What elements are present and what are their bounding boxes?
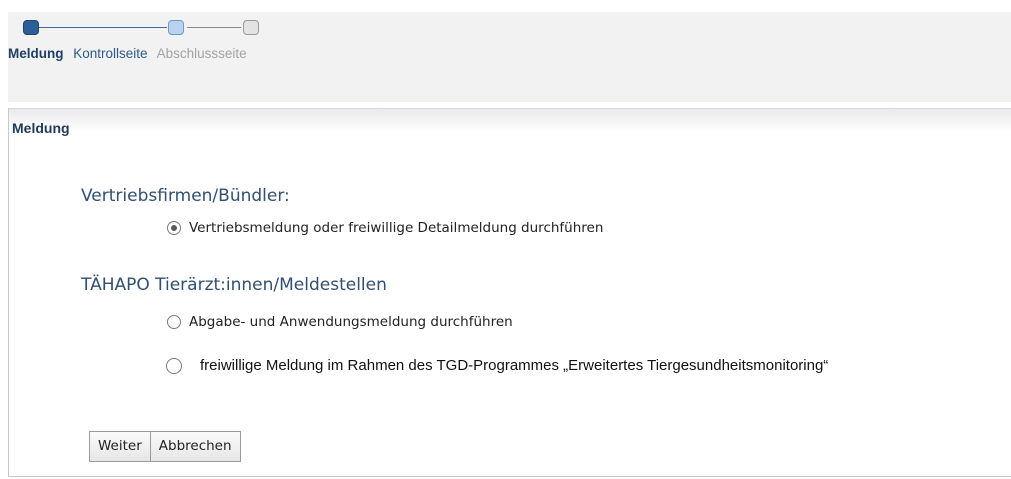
cancel-button[interactable]: Abbrechen	[150, 431, 241, 462]
radio-option-vertriebsmeldung[interactable]: Vertriebsmeldung oder freiwillige Detail…	[167, 220, 603, 236]
radio-label: Abgabe- und Anwendungsmeldung durchführe…	[189, 314, 513, 330]
radio-button[interactable]	[167, 315, 181, 329]
radio-option-tgd-programm[interactable]: freiwillige Meldung im Rahmen des TGD-Pr…	[166, 357, 828, 374]
section-heading-vertriebsfirmen: Vertriebsfirmen/Bündler:	[81, 186, 290, 206]
step-indicator-kontrollseite	[168, 20, 184, 35]
step-connector	[187, 27, 241, 28]
wizard-step-labels: Meldung Kontrollseite Abschlussseite	[8, 46, 253, 61]
form-panel: Meldung Vertriebsfirmen/Bündler: Vertrie…	[8, 108, 1011, 477]
step-indicator-meldung	[23, 20, 39, 35]
form-buttons: Weiter Abbrechen	[89, 431, 241, 462]
radio-label: Vertriebsmeldung oder freiwillige Detail…	[189, 220, 604, 236]
radio-option-abgabe-anwendungsmeldung[interactable]: Abgabe- und Anwendungsmeldung durchführe…	[167, 314, 513, 330]
wizard-progress: Meldung Kontrollseite Abschlussseite	[8, 12, 1011, 102]
radio-button[interactable]	[166, 357, 182, 374]
step-indicator-abschlussseite	[243, 20, 259, 35]
panel-header: Meldung	[9, 108, 1011, 139]
panel-title: Meldung	[12, 120, 70, 136]
section-heading-taehapo: TÄHAPO Tierärzt:innen/Meldestellen	[81, 275, 387, 295]
radio-button-checked[interactable]	[167, 221, 181, 235]
step-connector	[39, 27, 167, 28]
page: Meldung Kontrollseite Abschlussseite Mel…	[0, 0, 1011, 479]
next-button[interactable]: Weiter	[89, 431, 151, 462]
step-label-abschlussseite: Abschlussseite	[156, 46, 247, 61]
step-label-meldung: Meldung	[8, 46, 64, 61]
step-label-kontrollseite: Kontrollseite	[73, 46, 148, 61]
radio-label: freiwillige Meldung im Rahmen des TGD-Pr…	[200, 357, 829, 374]
